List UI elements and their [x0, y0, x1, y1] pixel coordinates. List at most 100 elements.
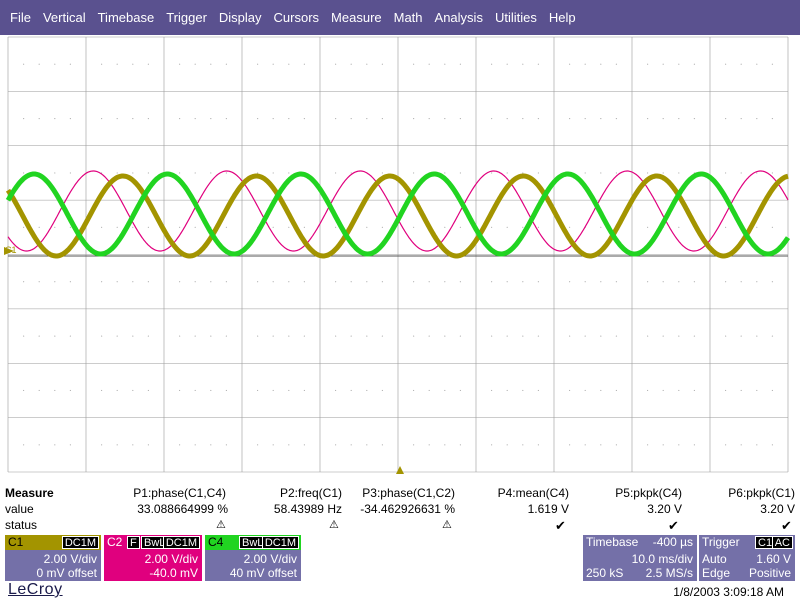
menu-measure[interactable]: Measure — [325, 0, 388, 35]
grid-dot — [428, 63, 430, 65]
param-label-p3[interactable]: P3:phase(C1,C2) — [362, 486, 455, 500]
menu-math[interactable]: Math — [388, 0, 429, 35]
grid-dot — [569, 389, 571, 392]
grid-dot — [272, 63, 274, 65]
param-label-p2[interactable]: P2:freq(C1) — [280, 486, 342, 500]
grid-dot — [350, 444, 352, 446]
grid-dot — [522, 335, 524, 337]
param-label-p6[interactable]: P6:pkpk(C1) — [728, 486, 795, 500]
grid-dot — [506, 172, 508, 174]
menu-display[interactable]: Display — [213, 0, 268, 35]
grid-dot — [132, 389, 134, 392]
menu-cursors[interactable]: Cursors — [268, 0, 326, 35]
grid-dot — [272, 389, 274, 392]
grid-dot — [647, 117, 649, 120]
grid-dot — [381, 335, 383, 337]
grid-dot — [615, 444, 618, 446]
param-label-p1[interactable]: P1:phase(C1,C4) — [133, 486, 226, 500]
grid-dot — [569, 281, 571, 283]
grid-dot — [335, 281, 337, 283]
grid-dot — [69, 63, 71, 65]
grid-dot — [116, 117, 118, 120]
grid-dot — [771, 389, 774, 392]
grid-dot — [38, 335, 40, 337]
scope-display[interactable]: C1 — [0, 35, 800, 476]
grid-dot — [101, 281, 103, 283]
menu-analysis[interactable]: Analysis — [429, 0, 489, 35]
menu-help[interactable]: Help — [543, 0, 582, 35]
grid-dot — [459, 63, 461, 65]
menu-timebase[interactable]: Timebase — [92, 0, 161, 35]
grid-dot — [147, 172, 149, 174]
grid-dot — [584, 444, 586, 446]
grid-dot — [257, 281, 259, 283]
grid-dot — [569, 444, 571, 446]
grid-dot — [662, 117, 664, 120]
grid-dot — [725, 63, 727, 65]
grid-dot — [54, 117, 56, 120]
grid-dot — [335, 172, 337, 174]
trigger-header: Trigger C1 AC — [699, 535, 795, 550]
grid-dot — [194, 335, 196, 337]
grid-dot — [584, 172, 586, 174]
grid-dot — [413, 389, 415, 392]
grid-dot — [225, 226, 227, 228]
grid-dot — [522, 172, 524, 174]
grid-dot — [428, 444, 430, 446]
channel-c1-vdiv: 2.00 V/div — [43, 552, 97, 566]
grid-dot — [444, 226, 446, 228]
menu-trigger[interactable]: Trigger — [160, 0, 213, 35]
grid-dot — [584, 281, 586, 283]
grid-dot — [257, 63, 259, 65]
grid-dot — [381, 226, 383, 228]
grid-dot — [225, 389, 227, 392]
param-label-p4[interactable]: P4:mean(C4) — [498, 486, 569, 500]
grid-dot — [678, 444, 680, 446]
grid-dot — [740, 335, 742, 337]
grid-dot — [537, 63, 540, 65]
grid-dot — [272, 226, 274, 228]
grid-dot — [740, 63, 742, 65]
grid-dot — [459, 281, 461, 283]
trigger-position-marker-icon[interactable] — [396, 466, 404, 474]
channel-c1-box[interactable]: C1 DC1M 2.00 V/div 0 mV offset — [5, 535, 101, 581]
grid-dot — [615, 389, 618, 392]
grid-dot — [693, 335, 696, 337]
grid-dot — [54, 444, 56, 446]
grid-dot — [303, 281, 305, 283]
grid-dot — [288, 172, 290, 174]
param-unit: V — [560, 502, 569, 516]
grid-dot — [584, 117, 586, 120]
channel-c2-box[interactable]: C2 F BwL DC1M 2.00 V/div -40.0 mV — [104, 535, 202, 581]
param-label-p5[interactable]: P5:pkpk(C4) — [615, 486, 682, 500]
grid-dot — [210, 281, 212, 283]
grid-dot — [662, 444, 664, 446]
timebase-tdiv: 10.0 ms/div — [631, 552, 693, 566]
grid-dot — [615, 281, 618, 283]
timebase-box[interactable]: Timebase -400 µs 10.0 ms/div 250 kS 2.5 … — [583, 535, 697, 581]
measure-title: Measure — [5, 486, 54, 500]
grid-dot — [366, 63, 368, 65]
grid-dot — [23, 335, 25, 337]
grid-dot — [771, 444, 774, 446]
grid-dot — [272, 335, 274, 337]
datetime-label: 1/8/2003 3:09:18 AM — [673, 585, 784, 599]
grid-dot — [725, 117, 727, 120]
grid-dot — [491, 172, 493, 174]
grid-dot — [381, 117, 383, 120]
grid-dot — [350, 63, 352, 65]
grid-dot — [147, 281, 149, 283]
grid-dot — [725, 226, 727, 228]
measure-table: Measure P1:phase(C1,C4) P2:freq(C1) P3:p… — [0, 484, 800, 534]
channel-c4-box[interactable]: C4 BwL DC1M 2.00 V/div 40 mV offset — [205, 535, 301, 581]
grid-dot — [662, 389, 664, 392]
trigger-box[interactable]: Trigger C1 AC Auto 1.60 V Edge Positive — [699, 535, 795, 581]
grid-dot — [662, 63, 664, 65]
grid-dot — [179, 117, 181, 120]
menu-vertical[interactable]: Vertical — [37, 0, 92, 35]
grid-dot — [179, 389, 181, 392]
scope-markers: C1 — [4, 245, 404, 474]
menu-file[interactable]: File — [4, 0, 37, 35]
menu-utilities[interactable]: Utilities — [489, 0, 543, 35]
grid-dot — [756, 226, 758, 228]
